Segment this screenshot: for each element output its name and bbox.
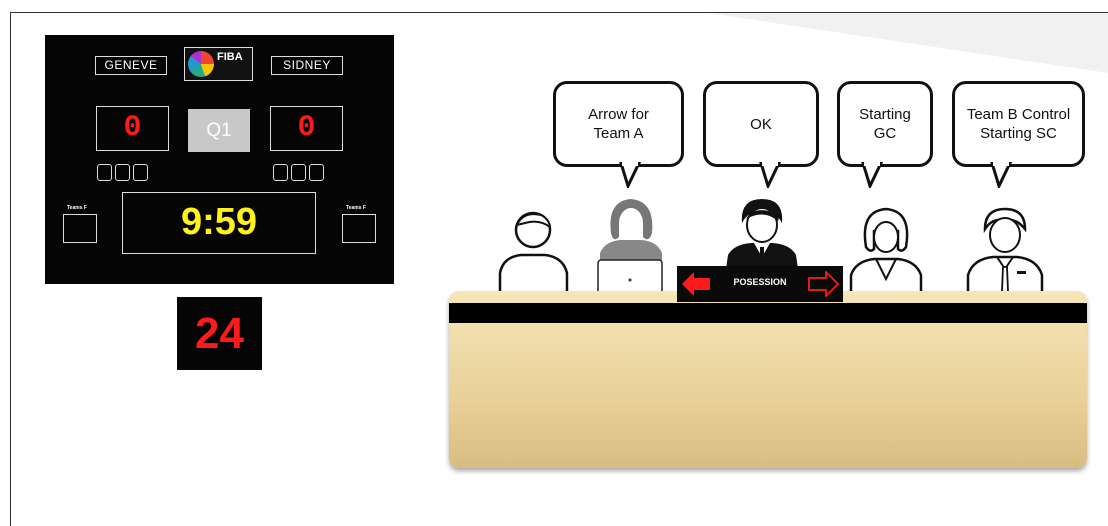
- bubble-tail: [861, 162, 884, 188]
- speech-bubble: Arrow for Team A: [553, 81, 684, 167]
- home-team-fouls-label: Teams F: [67, 205, 87, 211]
- home-timeout-light: [97, 164, 112, 181]
- away-team-fouls-label: Teams F: [346, 205, 366, 211]
- game-clock: 9:59: [122, 192, 316, 254]
- home-team-fouls-box: [63, 214, 97, 243]
- home-score: 0: [96, 106, 169, 151]
- table-stripe: [449, 303, 1087, 323]
- possession-arrow-display: POSESSION: [677, 266, 843, 302]
- away-team-fouls-box: [342, 214, 376, 243]
- bubble-text: Starting GC: [859, 106, 911, 142]
- home-timeout-light: [115, 164, 130, 181]
- corner-shade: [708, 13, 1108, 73]
- away-timeout-light: [273, 164, 288, 181]
- away-team-name: SIDNEY: [271, 56, 343, 75]
- home-team-name: GENEVE: [95, 56, 167, 75]
- bubble-text: Arrow for Team A: [588, 106, 649, 142]
- speech-bubble: Team B Control Starting SC: [952, 81, 1085, 167]
- away-timeout-light: [309, 164, 324, 181]
- shot-clock: 24: [177, 297, 262, 370]
- scorer-table: [449, 291, 1087, 468]
- woman-outline-icon: [849, 207, 923, 295]
- fiba-logo-text: FIBA: [217, 51, 243, 63]
- bubble-tail: [759, 162, 782, 188]
- man-suit-icon: [726, 199, 798, 269]
- away-timeout-light: [291, 164, 306, 181]
- bubble-tail: [619, 162, 642, 188]
- away-score: 0: [270, 106, 343, 151]
- right-arrow-icon: [808, 271, 839, 297]
- man-tie-outline-icon: [966, 207, 1044, 295]
- scoreboard: GENEVE FIBA SIDNEY 0 Q1 0 Teams F Teams …: [45, 35, 394, 284]
- woman-gray-icon: [600, 199, 662, 268]
- bubble-tail: [990, 162, 1013, 188]
- bubble-text: OK: [750, 115, 772, 133]
- home-timeout-light: [133, 164, 148, 181]
- bubble-text: Team B Control Starting SC: [966, 106, 1071, 142]
- person-outline-icon: [498, 211, 569, 295]
- fiba-logo: FIBA: [184, 47, 253, 81]
- speech-bubble: Starting GC: [837, 81, 933, 167]
- speech-bubble: OK: [703, 81, 819, 167]
- quarter-indicator: Q1: [188, 109, 250, 152]
- basketball-icon: [188, 51, 214, 77]
